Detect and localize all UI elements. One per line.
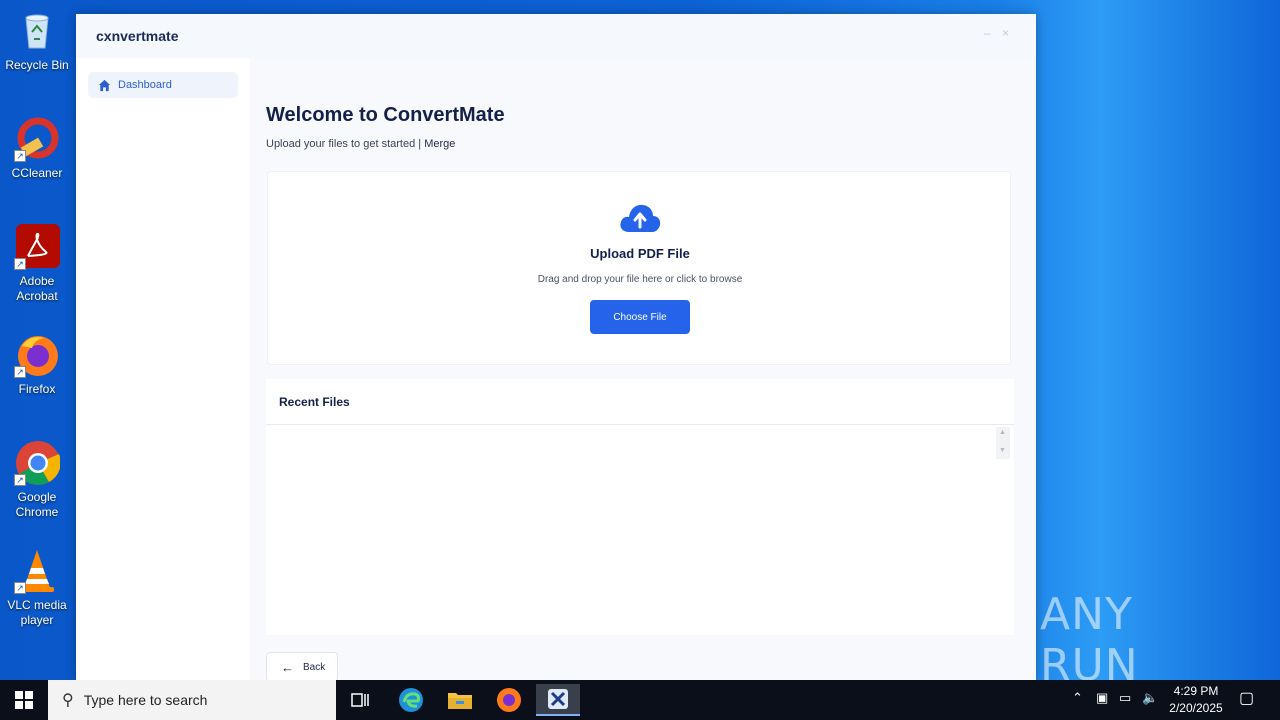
desktop-icon-vlc[interactable]: ↗ VLC media player bbox=[2, 548, 72, 628]
notifications-icon[interactable]: ▢ bbox=[1239, 688, 1254, 708]
shortcut-arrow-icon: ↗ bbox=[14, 150, 26, 162]
choose-file-button[interactable]: Choose File bbox=[590, 300, 690, 334]
folder-icon bbox=[448, 693, 472, 709]
clock-date: 2/20/2025 bbox=[1169, 701, 1223, 715]
taskbar: ⚲ Type here to search ⌃ ▣ ▭ 🔈 4:29 PM 2/… bbox=[0, 680, 1280, 720]
desktop-icon-ccleaner[interactable]: ↗ CCleaner bbox=[2, 116, 72, 181]
shortcut-arrow-icon: ↗ bbox=[14, 258, 26, 270]
page-subtitle: Upload your files to get started | Merge bbox=[266, 138, 455, 150]
desktop-icon-label: CCleaner bbox=[11, 166, 63, 180]
taskbar-convertmate[interactable] bbox=[536, 684, 580, 716]
sidebar: Dashboard bbox=[76, 58, 250, 681]
app-logo: cxnvertmate bbox=[96, 28, 179, 44]
task-view-button[interactable] bbox=[338, 684, 382, 716]
recent-files-panel: Recent Files ▲ ▼ bbox=[266, 379, 1014, 635]
firefox-icon bbox=[497, 688, 521, 712]
taskbar-file-explorer[interactable] bbox=[438, 684, 482, 716]
taskbar-search[interactable]: ⚲ Type here to search bbox=[48, 680, 336, 720]
main-content: Welcome to ConvertMate Upload your files… bbox=[250, 58, 1036, 682]
desktop-icon-label: VLC media player bbox=[7, 598, 67, 627]
home-icon bbox=[98, 79, 111, 91]
desktop-icon-firefox[interactable]: ↗ Firefox bbox=[2, 332, 72, 397]
taskbar-clock[interactable]: 4:29 PM 2/20/2025 bbox=[1162, 683, 1230, 717]
google-chrome-icon: ↗ bbox=[14, 440, 61, 486]
shortcut-arrow-icon: ↗ bbox=[14, 474, 26, 486]
desktop-icon-label: Google Chrome bbox=[15, 490, 59, 519]
clock-time: 4:29 PM bbox=[1173, 684, 1219, 698]
subtitle-text: Upload your files to get started bbox=[266, 138, 416, 150]
taskbar-firefox[interactable] bbox=[487, 684, 531, 716]
search-placeholder: Type here to search bbox=[83, 692, 208, 708]
upload-dropzone[interactable]: Upload PDF File Drag and drop your file … bbox=[267, 171, 1011, 365]
start-button[interactable] bbox=[0, 680, 48, 720]
subtitle-separator: | bbox=[418, 138, 422, 150]
mode-label: Merge bbox=[424, 138, 456, 150]
upload-hint: Drag and drop your file here or click to… bbox=[537, 274, 743, 285]
scroll-down-icon[interactable]: ▼ bbox=[999, 447, 1006, 454]
tray-meet-icon[interactable]: ▣ bbox=[1096, 690, 1108, 706]
firefox-icon: ↗ bbox=[14, 332, 60, 378]
convertmate-window: cxnvertmate – × Dashboard Welcome to Con… bbox=[76, 14, 1036, 682]
shortcut-arrow-icon: ↗ bbox=[14, 582, 26, 594]
network-icon[interactable]: ▭ bbox=[1119, 690, 1131, 706]
ccleaner-icon: ↗ bbox=[14, 116, 60, 162]
desktop-icon-google-chrome[interactable]: ↗ Google Chrome bbox=[2, 440, 72, 520]
recent-files-title: Recent Files bbox=[266, 379, 1014, 425]
adobe-acrobat-icon: ↗ bbox=[14, 224, 60, 270]
sidebar-item-dashboard[interactable]: Dashboard bbox=[88, 72, 238, 98]
title-bar: cxnvertmate – × bbox=[76, 14, 1036, 58]
vlc-icon: ↗ bbox=[14, 548, 60, 594]
page-title: Welcome to ConvertMate bbox=[266, 104, 505, 126]
sidebar-item-label: Dashboard bbox=[118, 79, 172, 91]
volume-icon[interactable]: 🔈 bbox=[1142, 690, 1158, 706]
close-button[interactable]: × bbox=[1002, 26, 1009, 40]
desktop-icon-label: Firefox bbox=[18, 382, 56, 396]
task-view-icon bbox=[351, 693, 369, 707]
back-button-label: Back bbox=[303, 661, 326, 673]
convertmate-app-icon bbox=[548, 689, 568, 709]
windows-logo-icon bbox=[15, 691, 33, 709]
recent-files-scrollbar[interactable]: ▲ ▼ bbox=[996, 427, 1010, 459]
tray-chevron-up-icon[interactable]: ⌃ bbox=[1072, 690, 1083, 706]
edge-icon bbox=[399, 688, 423, 712]
back-button[interactable]: ← Back bbox=[266, 652, 338, 682]
desktop-icon-label: Adobe Acrobat bbox=[16, 274, 58, 303]
desktop-icon-recycle-bin[interactable]: Recycle Bin bbox=[2, 8, 72, 73]
recycle-bin-icon bbox=[14, 8, 60, 54]
taskbar-edge[interactable] bbox=[389, 684, 433, 716]
anyrun-watermark: ANY RUN bbox=[1040, 589, 1139, 691]
scroll-up-icon[interactable]: ▲ bbox=[999, 429, 1006, 436]
search-icon: ⚲ bbox=[62, 692, 74, 709]
desktop-icon-label: Recycle Bin bbox=[5, 58, 69, 72]
shortcut-arrow-icon: ↗ bbox=[14, 366, 26, 378]
arrow-left-icon: ← bbox=[281, 659, 294, 675]
desktop-icon-adobe-acrobat[interactable]: ↗ Adobe Acrobat bbox=[2, 224, 72, 304]
upload-title: Upload PDF File bbox=[590, 246, 690, 261]
cloud-upload-icon bbox=[620, 204, 661, 232]
minimize-button[interactable]: – bbox=[984, 26, 991, 40]
